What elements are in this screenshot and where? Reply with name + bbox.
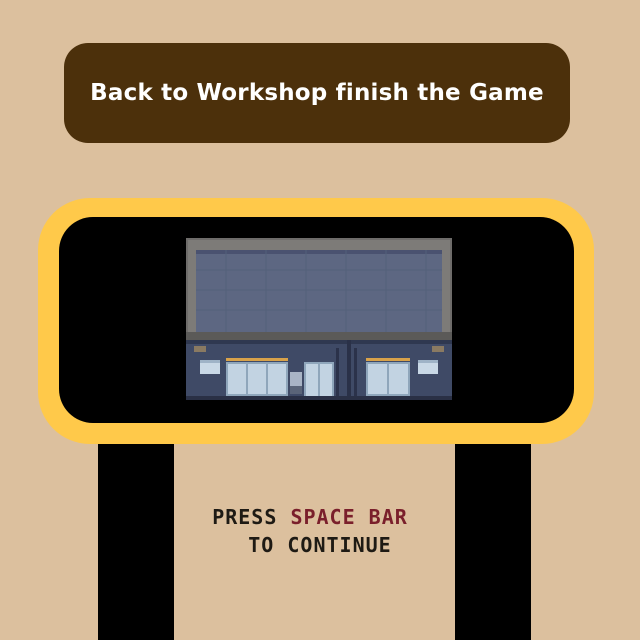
continue-prompt-line1: PRESS SPACE BAR [0,505,630,529]
prompt-press-text: PRESS [212,505,291,529]
prompt-space-bar-text: SPACE BAR [290,505,408,529]
continue-prompt-line2: TO CONTINUE [248,533,392,557]
game-stage[interactable]: Back to Workshop finish the Game PRESS S… [0,0,640,640]
title-banner: Back to Workshop finish the Game [64,43,570,143]
banner-title: Back to Workshop finish the Game [90,80,544,106]
building-facade-icon [186,238,452,400]
monitor-screen [59,217,574,423]
